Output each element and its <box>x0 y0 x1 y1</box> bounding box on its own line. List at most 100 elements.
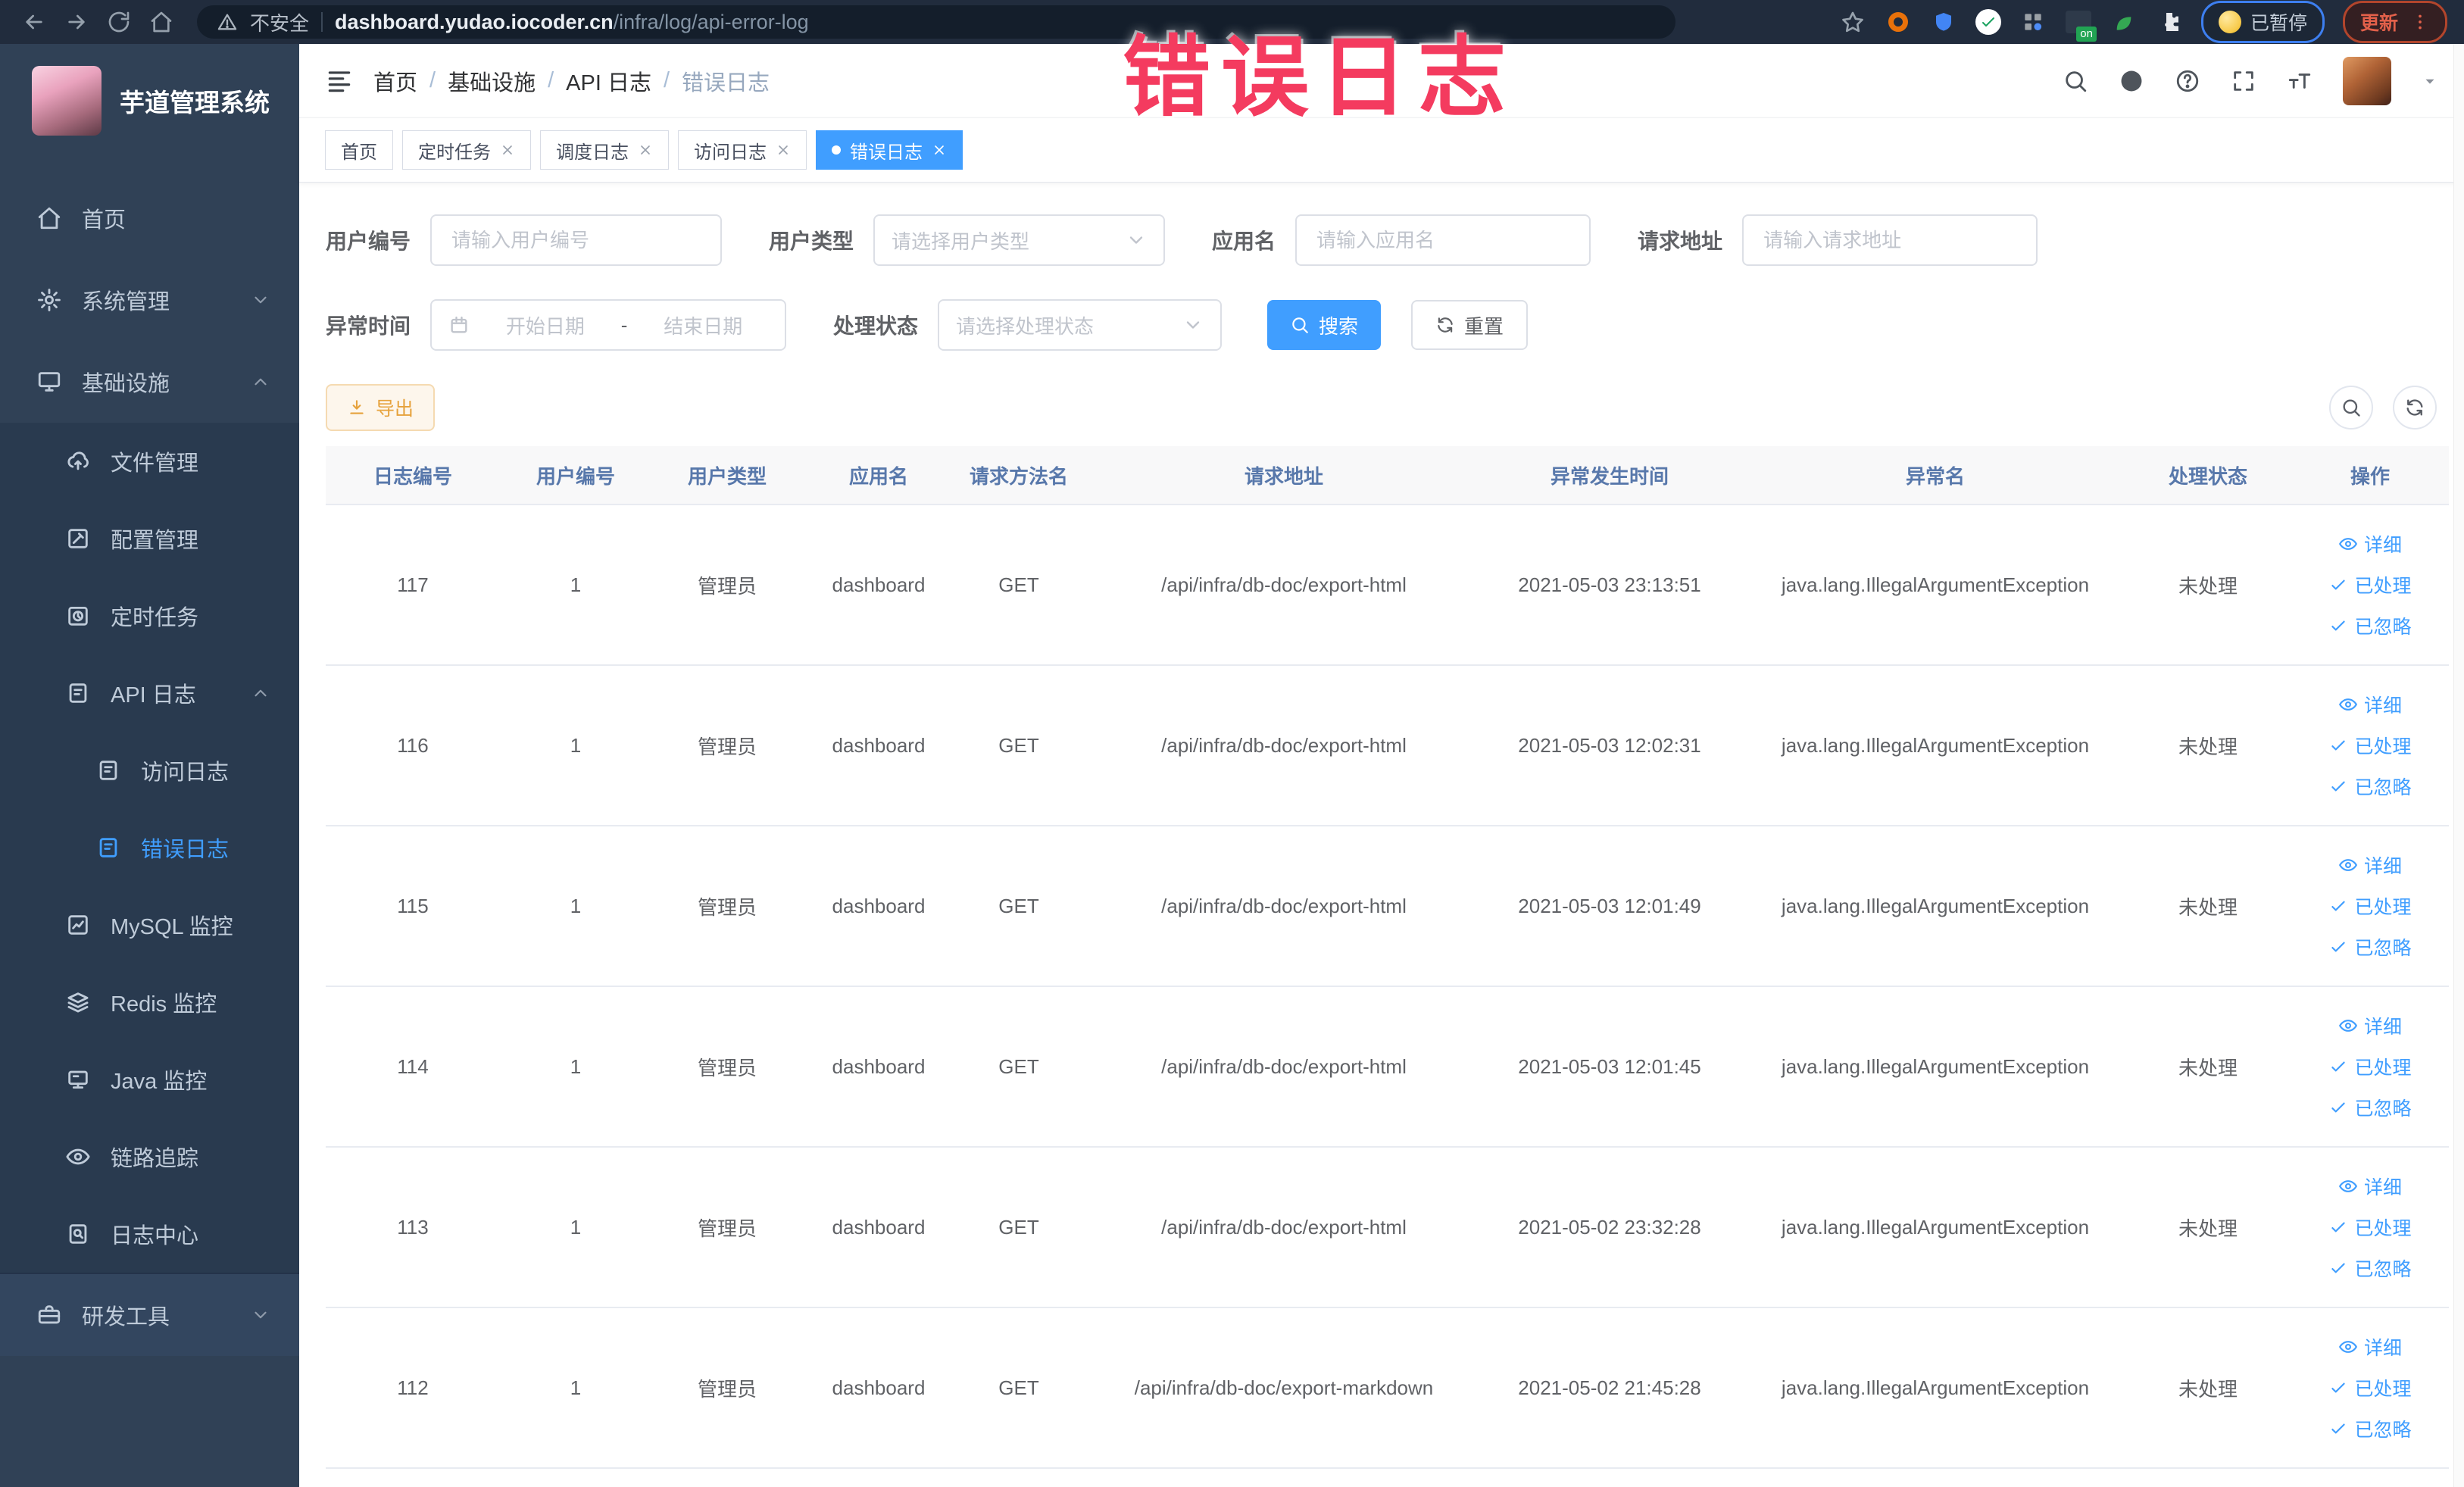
sidebar-item-config-management[interactable]: 配置管理 <box>0 500 299 577</box>
user-avatar[interactable] <box>2343 56 2391 105</box>
sidebar-item-infrastructure[interactable]: 基础设施 <box>0 341 299 423</box>
detail-link[interactable]: 详细 <box>2338 1333 2402 1360</box>
sidebar-item-system-management[interactable]: 系统管理 <box>0 259 299 341</box>
mark-ignored-link[interactable]: 已忽略 <box>2328 1254 2412 1282</box>
cell-exception: java.lang.IllegalArgumentException <box>1781 1376 2090 1399</box>
toggle-search-button[interactable] <box>2329 386 2373 430</box>
request-url-input[interactable] <box>1742 214 2038 266</box>
scrollbar[interactable] <box>2453 44 2464 1487</box>
reset-button[interactable]: 重置 <box>1411 300 1529 350</box>
sidebar-item-trace[interactable]: 链路追踪 <box>0 1118 299 1195</box>
sidebar-item-label: 基础设施 <box>82 372 170 396</box>
cell-user_type: 管理员 <box>697 1056 757 1079</box>
extensions-puzzle-icon[interactable] <box>2156 8 2183 36</box>
tab-access-log[interactable]: 访问日志 <box>678 130 807 170</box>
mark-ignored-link[interactable]: 已忽略 <box>2328 1415 2412 1442</box>
row-actions: 详细 已处理 已忽略 <box>2280 691 2460 800</box>
column-header: 请求方法名 <box>969 464 1068 488</box>
breadcrumb-item[interactable]: 首页 <box>373 65 417 97</box>
cell-user_id: 1 <box>570 733 582 757</box>
user-type-select[interactable]: 请选择用户类型 <box>873 214 1166 266</box>
profile-paused-badge[interactable]: 已暂停 <box>2200 1 2325 43</box>
app-logo[interactable]: 芋道管理系统 <box>0 44 299 158</box>
collapse-menu-icon[interactable] <box>325 67 354 95</box>
cell-url: /api/infra/db-doc/export-markdown <box>1134 1376 1434 1399</box>
extension-onoff-icon[interactable]: on <box>2065 8 2097 42</box>
check-icon <box>2328 776 2348 796</box>
fullscreen-icon[interactable] <box>2231 68 2256 94</box>
extension-check-icon[interactable] <box>1975 9 2001 35</box>
mark-ignored-link[interactable]: 已忽略 <box>2328 933 2412 961</box>
exception-time-range[interactable]: 开始日期 - 结束日期 <box>430 299 787 351</box>
cell-method: GET <box>998 1376 1039 1399</box>
cell-time: 2021-05-03 12:01:45 <box>1518 1054 1701 1078</box>
detail-link[interactable]: 详细 <box>2338 851 2402 879</box>
browser-reload-icon[interactable] <box>101 10 136 34</box>
sidebar-item-file-management[interactable]: 文件管理 <box>0 423 299 500</box>
sidebar-item-log-center[interactable]: 日志中心 <box>0 1195 299 1273</box>
cell-log_id: 116 <box>397 733 429 757</box>
extension-icon-orange[interactable] <box>1885 8 1912 36</box>
start-date-placeholder: 开始日期 <box>505 314 585 338</box>
sidebar-item-home[interactable]: 首页 <box>0 177 299 259</box>
tab-home[interactable]: 首页 <box>325 130 393 170</box>
sidebar-item-mysql-monitor[interactable]: MySQL 监控 <box>0 886 299 964</box>
github-icon[interactable] <box>2119 68 2144 94</box>
check-icon <box>2328 896 2348 916</box>
sidebar-item-label: 访问日志 <box>141 761 230 785</box>
sidebar-item-redis-monitor[interactable]: Redis 监控 <box>0 964 299 1041</box>
export-button[interactable]: 导出 <box>326 384 436 431</box>
sidebar-item-api-log[interactable]: API 日志 <box>0 654 299 732</box>
mark-processed-link[interactable]: 已处理 <box>2328 571 2412 598</box>
update-label: 更新 <box>2359 13 2398 34</box>
font-size-icon[interactable] <box>2287 68 2313 94</box>
detail-link[interactable]: 详细 <box>2338 1012 2402 1039</box>
tab-job-log[interactable]: 调度日志 <box>540 130 669 170</box>
sidebar-item-access-log[interactable]: 访问日志 <box>0 732 299 809</box>
tab-job[interactable]: 定时任务 <box>402 130 531 170</box>
process-status-select[interactable]: 请选择处理状态 <box>938 299 1223 351</box>
sidebar-item-java-monitor[interactable]: Java 监控 <box>0 1041 299 1118</box>
browser-back-icon[interactable] <box>17 10 52 34</box>
active-dot <box>832 145 841 155</box>
layers-icon <box>65 989 91 1015</box>
tab-error-log[interactable]: 错误日志 <box>816 130 963 170</box>
caret-down-icon[interactable] <box>2422 73 2438 89</box>
sidebar-item-dev-tools[interactable]: 研发工具 <box>0 1273 299 1356</box>
breadcrumb-item[interactable]: 基础设施 <box>448 65 536 97</box>
search-button[interactable]: 搜索 <box>1267 300 1382 350</box>
detail-link[interactable]: 详细 <box>2338 691 2402 718</box>
user-id-input[interactable] <box>430 214 723 266</box>
mark-ignored-link[interactable]: 已忽略 <box>2328 1094 2412 1121</box>
mark-processed-link[interactable]: 已处理 <box>2328 732 2412 759</box>
sidebar-item-label: 研发工具 <box>82 1305 170 1329</box>
extension-shield-icon[interactable] <box>1930 8 1957 36</box>
kebab-menu-icon[interactable] <box>2410 12 2430 32</box>
detail-link[interactable]: 详细 <box>2338 530 2402 558</box>
browser-home-icon[interactable] <box>144 10 179 34</box>
mark-processed-link[interactable]: 已处理 <box>2328 1053 2412 1080</box>
mark-processed-link[interactable]: 已处理 <box>2328 1214 2412 1241</box>
extension-grid-icon[interactable] <box>2019 8 2047 36</box>
detail-link[interactable]: 详细 <box>2338 1173 2402 1200</box>
help-icon[interactable] <box>2175 68 2200 94</box>
browser-forward-icon[interactable] <box>59 10 94 34</box>
bookmark-star-icon[interactable] <box>1839 8 1866 36</box>
app-name-input[interactable] <box>1295 214 1591 266</box>
mark-processed-link[interactable]: 已处理 <box>2328 892 2412 920</box>
refresh-table-button[interactable] <box>2393 386 2437 430</box>
browser-update-button[interactable]: 更新 <box>2342 1 2447 43</box>
extension-leaf-icon[interactable] <box>2110 8 2138 36</box>
breadcrumb-separator: / <box>548 68 554 92</box>
mark-processed-link[interactable]: 已处理 <box>2328 1374 2412 1401</box>
row-actions: 详细 已处理 已忽略 <box>2280 851 2460 961</box>
breadcrumb-item[interactable]: API 日志 <box>566 65 651 97</box>
action-label: 已忽略 <box>2354 1098 2412 1120</box>
sidebar-item-scheduled-jobs[interactable]: 定时任务 <box>0 577 299 654</box>
cell-app_name: dashboard <box>832 733 926 757</box>
mark-ignored-link[interactable]: 已忽略 <box>2328 773 2412 800</box>
mark-ignored-link[interactable]: 已忽略 <box>2328 612 2412 639</box>
sidebar-item-error-log[interactable]: 错误日志 <box>0 809 299 886</box>
eye-icon <box>65 1144 91 1170</box>
search-icon[interactable] <box>2063 68 2088 94</box>
